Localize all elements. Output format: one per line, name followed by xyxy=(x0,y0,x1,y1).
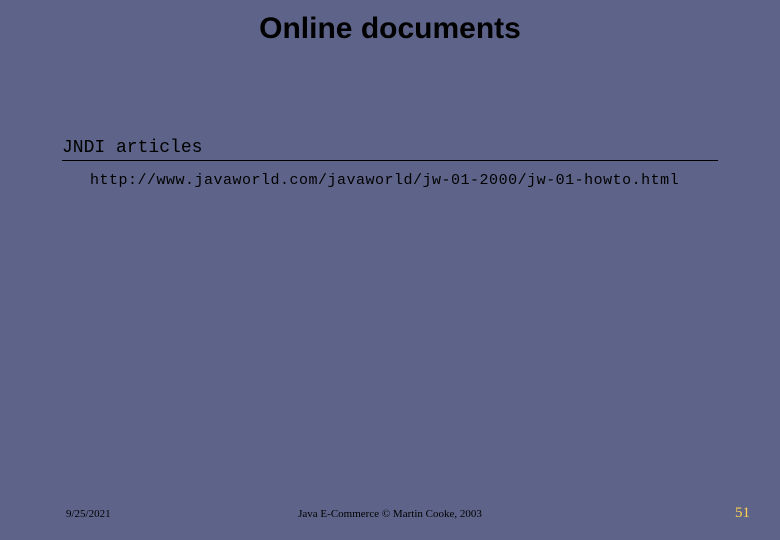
section-underline xyxy=(62,160,718,161)
article-link: http://www.javaworld.com/javaworld/jw-01… xyxy=(90,172,679,189)
footer-page-number: 51 xyxy=(735,505,750,522)
footer-credit: Java E-Commerce © Martin Cooke, 2003 xyxy=(0,508,780,520)
section-heading: JNDI articles xyxy=(62,138,202,158)
slide-title: Online documents xyxy=(0,12,780,46)
